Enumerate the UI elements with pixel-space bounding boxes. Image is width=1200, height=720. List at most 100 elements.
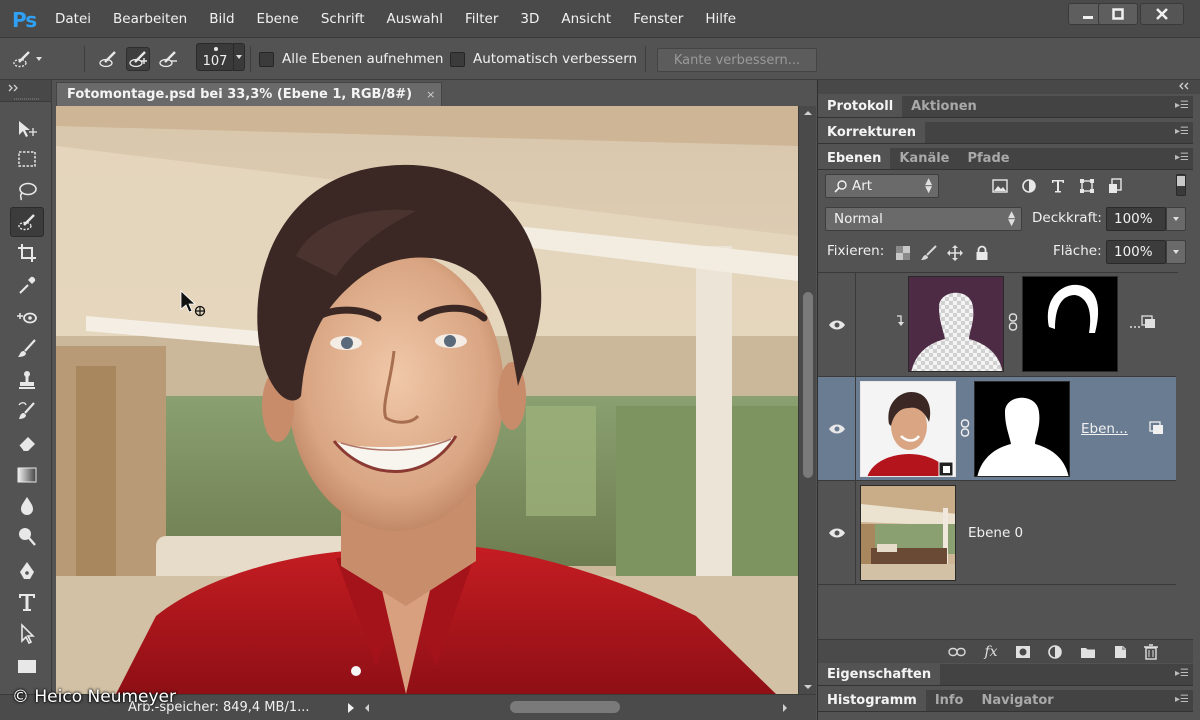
brush-size-picker[interactable]: 107 — [196, 43, 245, 71]
tab-histogramm[interactable]: Histogramm — [818, 690, 926, 711]
filter-adjustment-layers-icon[interactable] — [1021, 178, 1037, 194]
toolbox-header[interactable] — [0, 80, 51, 102]
panel-menu-icon[interactable]: ▸☰ — [1175, 668, 1189, 679]
crop-tool[interactable] — [10, 238, 44, 268]
layer-row-top[interactable] — [818, 273, 1176, 377]
link-layers-button[interactable] — [948, 644, 966, 660]
panel-menu-icon[interactable]: ▸☰ — [1175, 100, 1189, 111]
filter-pixel-layers-icon[interactable] — [992, 179, 1008, 193]
layer-row-selected[interactable]: Eben... — [818, 377, 1176, 481]
marquee-tool[interactable] — [10, 144, 44, 174]
history-brush-tool[interactable] — [10, 396, 44, 426]
tab-aktionen[interactable]: Aktionen — [902, 96, 986, 117]
delete-layer-button[interactable] — [1142, 644, 1160, 660]
layer-row-background[interactable]: Ebene 0 — [818, 481, 1176, 585]
tab-korrekturen[interactable]: Korrekturen — [818, 122, 926, 143]
document-tab[interactable]: Fotomontage.psd bei 33,3% (Ebene 1, RGB/… — [56, 82, 442, 106]
fill-slider-button[interactable] — [1166, 240, 1186, 264]
refine-edge-button[interactable]: Kante verbessern... — [657, 48, 817, 72]
healing-brush-tool[interactable] — [10, 302, 44, 332]
filter-smart-objects-icon[interactable] — [1108, 178, 1124, 194]
layer-thumbnail[interactable] — [860, 381, 956, 477]
filter-shape-layers-icon[interactable] — [1079, 178, 1095, 194]
vertical-scroll-thumb[interactable] — [803, 292, 813, 478]
quick-selection-preset[interactable] — [10, 47, 34, 71]
tool-preset-picker[interactable] — [10, 46, 44, 72]
tab-ebenen[interactable]: Ebenen — [818, 148, 891, 169]
panel-menu-icon[interactable]: ▸☰ — [1175, 126, 1189, 137]
new-layer-button[interactable] — [1111, 644, 1129, 660]
layer-thumbnail[interactable] — [908, 276, 1004, 372]
menu-bearbeiten[interactable]: Bearbeiten — [113, 11, 187, 27]
add-mask-button[interactable] — [1014, 644, 1032, 660]
menu-ansicht[interactable]: Ansicht — [561, 11, 611, 27]
layer-thumbnail[interactable] — [860, 485, 956, 581]
shape-tool[interactable] — [10, 651, 44, 681]
visibility-toggle[interactable] — [818, 377, 856, 480]
lock-all-icon[interactable] — [975, 245, 989, 261]
tab-protokoll[interactable]: Protokoll — [818, 96, 903, 117]
menu-fenster[interactable]: Fenster — [633, 11, 683, 27]
opacity-slider-button[interactable] — [1166, 207, 1186, 231]
close-window-button[interactable] — [1140, 3, 1184, 25]
tab-info[interactable]: Info — [926, 690, 973, 711]
eyedropper-tool[interactable] — [10, 270, 44, 300]
panel-menu-icon[interactable]: ▸☰ — [1175, 694, 1189, 705]
menu-bild[interactable]: Bild — [209, 11, 234, 27]
brush-size-dropdown[interactable] — [233, 43, 245, 71]
brush-size-field[interactable]: 107 — [196, 43, 234, 71]
maximize-button[interactable] — [1098, 3, 1138, 25]
clone-stamp-tool[interactable] — [10, 365, 44, 395]
menu-filter[interactable]: Filter — [465, 11, 498, 27]
close-tab-button[interactable]: × — [426, 88, 435, 101]
filter-type-layers-icon[interactable] — [1050, 178, 1066, 194]
layer-mask-thumbnail[interactable] — [974, 381, 1070, 477]
horizontal-scroll-thumb[interactable] — [510, 701, 620, 713]
auto-enhance-checkbox[interactable] — [450, 51, 465, 67]
pen-tool[interactable] — [10, 556, 44, 586]
layer-name[interactable]: Ebene 0 — [968, 525, 1023, 541]
panel-menu-icon[interactable]: ▸☰ — [1175, 152, 1189, 163]
visibility-toggle[interactable] — [818, 273, 856, 376]
quick-selection-tool[interactable] — [10, 207, 44, 237]
eraser-tool[interactable] — [10, 428, 44, 458]
tab-eigenschaften[interactable]: Eigenschaften — [818, 664, 941, 685]
new-selection-button[interactable] — [96, 47, 120, 71]
move-tool[interactable] — [10, 114, 44, 144]
document-canvas[interactable] — [56, 106, 798, 694]
lock-transparent-pixels-icon[interactable] — [896, 246, 910, 260]
blend-mode-select[interactable]: Normal ▲ ▼ — [825, 207, 1022, 231]
menu-ebene[interactable]: Ebene — [257, 11, 299, 27]
type-tool[interactable] — [10, 587, 44, 617]
sample-all-layers-option[interactable]: Alle Ebenen aufnehmen — [259, 46, 443, 72]
layer-name[interactable]: Eben... — [1081, 421, 1128, 437]
gradient-tool[interactable] — [10, 460, 44, 490]
add-to-selection-button[interactable] — [126, 47, 150, 71]
opacity-input[interactable]: 100% — [1106, 207, 1166, 231]
dodge-tool[interactable] — [10, 522, 44, 552]
menu-hilfe[interactable]: Hilfe — [705, 11, 736, 27]
vertical-scrollbar[interactable] — [798, 106, 816, 694]
lock-image-pixels-icon[interactable] — [920, 245, 938, 261]
tab-kanaele[interactable]: Kanäle — [890, 148, 958, 169]
filter-toggle-switch[interactable] — [1176, 174, 1186, 196]
blur-tool[interactable] — [10, 491, 44, 521]
tab-navigator[interactable]: Navigator — [973, 690, 1063, 711]
auto-enhance-option[interactable]: Automatisch verbessern — [450, 46, 637, 72]
visibility-toggle[interactable] — [818, 481, 856, 584]
menu-auswahl[interactable]: Auswahl — [387, 11, 443, 27]
status-menu-arrow-icon[interactable] — [346, 702, 356, 714]
menu-schrift[interactable]: Schrift — [321, 11, 365, 27]
path-selection-tool[interactable] — [10, 619, 44, 649]
layer-filter-kind-select[interactable]: Art ▲ ▼ — [825, 174, 939, 198]
subtract-from-selection-button[interactable] — [156, 47, 180, 71]
menu-3d[interactable]: 3D — [520, 11, 539, 27]
layer-mask-thumbnail[interactable] — [1022, 276, 1118, 372]
tab-pfade[interactable]: Pfade — [959, 148, 1019, 169]
panel-dock-header[interactable] — [818, 80, 1200, 94]
new-adjustment-layer-button[interactable] — [1046, 644, 1064, 660]
lasso-tool[interactable] — [10, 176, 44, 206]
brush-tool[interactable] — [10, 334, 44, 364]
layer-style-button[interactable]: fx — [982, 644, 1000, 660]
scroll-right-icon[interactable] — [780, 702, 790, 714]
